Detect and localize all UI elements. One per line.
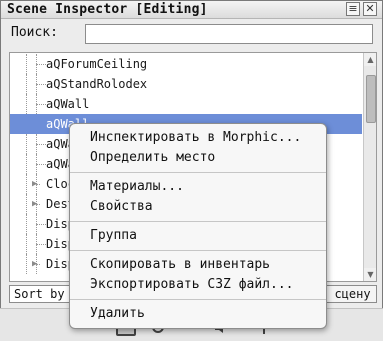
menu-item[interactable]: Свойства: [90, 199, 153, 214]
menu-item[interactable]: Группа: [90, 228, 137, 243]
menu-separator: [70, 221, 326, 222]
tree-guide-line: [26, 154, 27, 174]
menu-item[interactable]: Материалы...: [90, 179, 184, 194]
scrollbar-thumb[interactable]: [366, 75, 376, 123]
tree-guide-line: [26, 54, 27, 74]
tree-guide-line: [26, 214, 27, 234]
menu-separator: [70, 172, 326, 173]
expand-arrow-icon[interactable]: ▶: [32, 254, 37, 274]
menu-item[interactable]: Экспортировать C3Z файл...: [90, 277, 294, 292]
tree-row[interactable]: aQForumCeiling: [10, 54, 362, 74]
search-input[interactable]: [85, 24, 373, 44]
title-bar[interactable]: Scene Inspector [Editing] ≡ ✕: [1, 1, 382, 19]
tree-row-label: aQStandRolodex: [46, 77, 148, 91]
tree-row-label: aQWall: [46, 97, 90, 111]
tree-guide-line: [26, 94, 27, 114]
tree-guide-line: [36, 144, 46, 145]
tree-guide-line: [26, 74, 27, 94]
menu-item[interactable]: Инспектировать в Morphic...: [90, 130, 301, 145]
tree-scrollbar[interactable]: ▲ ▼: [363, 53, 376, 281]
menu-separator: [70, 250, 326, 251]
tree-guide-line: [26, 134, 27, 154]
search-label: Поиск:: [11, 25, 58, 40]
tree-row[interactable]: aQWall: [10, 94, 362, 114]
sort-by-field[interactable]: Sort by: [9, 285, 73, 303]
menu-item[interactable]: Скопировать в инвентарь: [90, 257, 270, 272]
window-title: Scene Inspector [Editing]: [7, 2, 208, 17]
menu-item[interactable]: Определить место: [90, 150, 215, 165]
context-menu: Инспектировать в Morphic... Определить ме…: [69, 123, 327, 329]
expand-arrow-icon[interactable]: ▶: [32, 194, 37, 214]
tree-guide-line: [36, 244, 46, 245]
close-icon[interactable]: ✕: [363, 2, 377, 16]
tree-guide-line: [36, 224, 46, 225]
desktop: Scene Inspector [Editing] ≡ ✕ Поиск: ▶ Di…: [0, 0, 383, 341]
tree-guide-line: [36, 84, 46, 85]
tree-guide-line: [26, 174, 27, 194]
tree-guide-line: [26, 194, 27, 214]
window-menu-icon[interactable]: ≡: [346, 2, 360, 16]
tree-guide-line: [36, 64, 46, 65]
tree-guide-line: [36, 104, 46, 105]
menu-item[interactable]: Удалить: [90, 306, 145, 321]
tree-row[interactable]: aQStandRolodex: [10, 74, 362, 94]
tree-guide-line: [26, 254, 27, 274]
menu-separator: [70, 299, 326, 300]
scroll-down-icon[interactable]: ▼: [364, 268, 376, 281]
scroll-up-icon[interactable]: ▲: [364, 53, 376, 66]
expand-arrow-icon[interactable]: ▶: [32, 174, 37, 194]
tree-row-label: aQForumCeiling: [46, 57, 148, 71]
tree-guide-line: [36, 164, 46, 165]
tree-guide-line: [26, 234, 27, 254]
